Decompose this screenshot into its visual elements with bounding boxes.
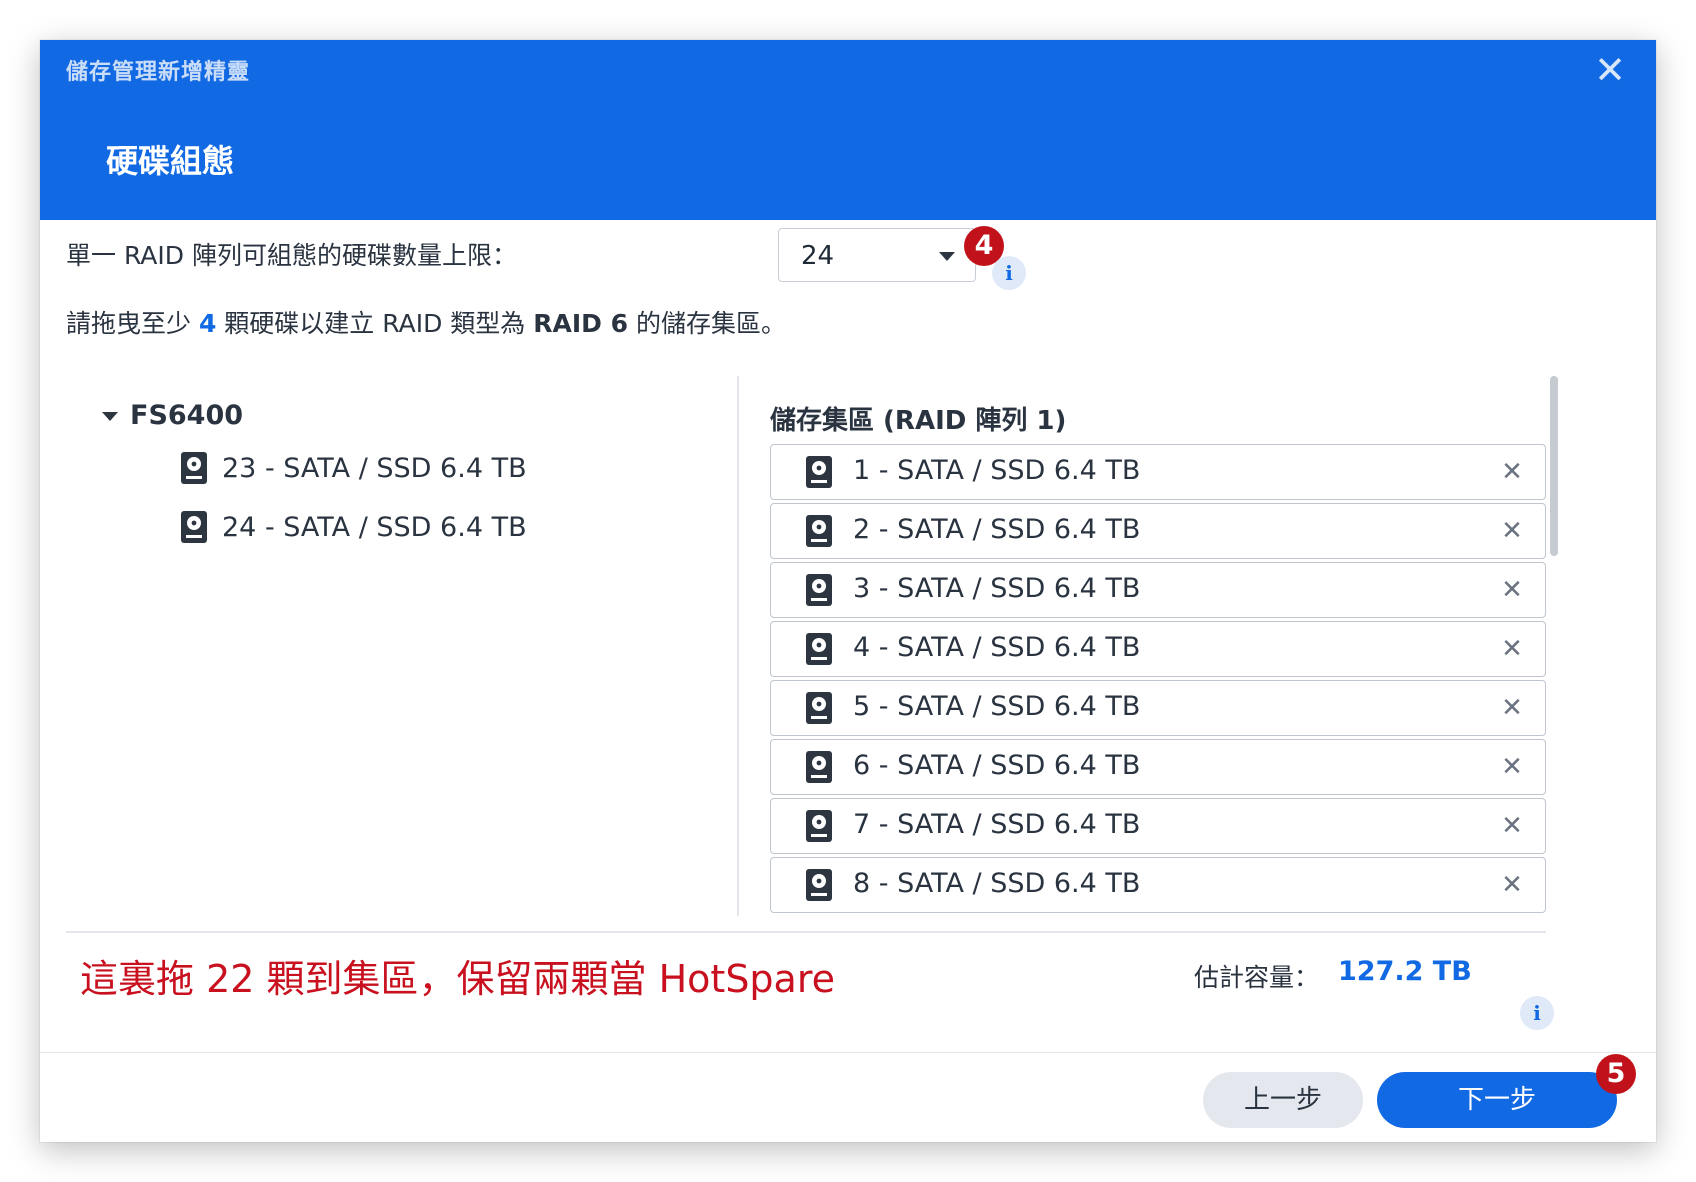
hard-disk-icon <box>805 455 833 489</box>
instruction-text: 請拖曳至少 4 顆硬碟以建立 RAID 類型為 RAID 6 的儲存集區。 <box>66 304 786 340</box>
capacity-label: 估計容量： <box>1194 963 1320 992</box>
pool-disk-item[interactable]: 8 - SATA / SSD 6.4 TB ✕ <box>770 857 1546 913</box>
close-icon[interactable]: ✕ <box>1497 514 1527 548</box>
disk-label: 3 - SATA / SSD 6.4 TB <box>853 573 1141 604</box>
info-icon[interactable]: i <box>992 256 1026 290</box>
pool-disk-item[interactable]: 5 - SATA / SSD 6.4 TB ✕ <box>770 680 1546 736</box>
pool-disk-item[interactable]: 1 - SATA / SSD 6.4 TB ✕ <box>770 444 1546 500</box>
close-icon[interactable]: ✕ <box>1497 750 1527 784</box>
hard-disk-icon <box>805 868 833 902</box>
capacity-value: 127.2 TB <box>1338 956 1472 987</box>
step-title: 硬碟組態 <box>106 142 235 180</box>
close-icon[interactable]: ✕ <box>1497 691 1527 725</box>
hard-disk-icon <box>805 809 833 843</box>
instruction-min-disks: 4 <box>198 309 217 338</box>
prev-button[interactable]: 上一步 <box>1203 1072 1363 1128</box>
hard-disk-icon <box>805 750 833 784</box>
info-icon[interactable]: i <box>1520 996 1554 1030</box>
pool-disk-item[interactable]: 3 - SATA / SSD 6.4 TB ✕ <box>770 562 1546 618</box>
disk-label: 8 - SATA / SSD 6.4 TB <box>853 868 1141 899</box>
disk-limit-select[interactable]: 24 <box>778 228 976 282</box>
pool-disk-item[interactable]: 4 - SATA / SSD 6.4 TB ✕ <box>770 621 1546 677</box>
caret-down-icon <box>939 252 955 261</box>
disk-limit-label: 單一 RAID 陣列可組態的硬碟數量上限： <box>66 241 517 270</box>
instruction-part2: 顆硬碟以建立 RAID 類型為 <box>216 309 534 338</box>
pool-scrollbar[interactable] <box>1550 376 1558 556</box>
annotation-note: 這裏拖 22 顆到集區，保留兩顆當 HotSpare <box>80 957 836 1001</box>
dialog-header: 儲存管理新增精靈 硬碟組態 ✕ <box>40 40 1656 220</box>
next-button[interactable]: 下一步 <box>1377 1072 1617 1128</box>
pool-disk-item[interactable]: 6 - SATA / SSD 6.4 TB ✕ <box>770 739 1546 795</box>
available-disk-item[interactable]: 23 - SATA / SSD 6.4 TB <box>180 448 527 488</box>
close-icon[interactable]: ✕ <box>1497 573 1527 607</box>
caret-down-icon[interactable] <box>102 412 118 421</box>
close-icon[interactable]: ✕ <box>1497 868 1527 902</box>
instruction-part1: 請拖曳至少 <box>66 309 199 338</box>
disk-label: 23 - SATA / SSD 6.4 TB <box>222 452 527 484</box>
disk-label: 6 - SATA / SSD 6.4 TB <box>853 750 1141 781</box>
pool-disk-item[interactable]: 7 - SATA / SSD 6.4 TB ✕ <box>770 798 1546 854</box>
close-icon[interactable]: ✕ <box>1497 809 1527 843</box>
disk-label: 5 - SATA / SSD 6.4 TB <box>853 691 1141 722</box>
close-icon[interactable]: ✕ <box>1497 632 1527 666</box>
hard-disk-icon <box>805 691 833 725</box>
pool-disk-item[interactable]: 2 - SATA / SSD 6.4 TB ✕ <box>770 503 1546 559</box>
instruction-part3: 的儲存集區。 <box>628 309 786 338</box>
content-divider <box>66 931 1546 933</box>
hard-disk-icon <box>805 632 833 666</box>
close-icon[interactable]: ✕ <box>1588 48 1632 92</box>
disk-label: 1 - SATA / SSD 6.4 TB <box>853 455 1141 486</box>
pane-divider <box>737 376 739 916</box>
hard-disk-icon <box>180 510 208 544</box>
disk-limit-value: 24 <box>801 241 835 271</box>
close-icon[interactable]: ✕ <box>1497 455 1527 489</box>
available-disks-pane: FS6400 23 - SATA / SSD 6.4 TB 24 - SATA … <box>66 376 756 916</box>
disk-label: 7 - SATA / SSD 6.4 TB <box>853 809 1141 840</box>
storage-pool-pane: 儲存集區 (RAID 陣列 1) 1 - SATA / SSD 6.4 TB ✕… <box>770 376 1600 916</box>
disk-label: 4 - SATA / SSD 6.4 TB <box>853 632 1141 663</box>
device-node[interactable]: FS6400 <box>130 400 243 431</box>
disk-label: 2 - SATA / SSD 6.4 TB <box>853 514 1141 545</box>
annotation-badge-5: 5 <box>1596 1054 1636 1094</box>
available-disk-item[interactable]: 24 - SATA / SSD 6.4 TB <box>180 507 527 547</box>
hard-disk-icon <box>180 451 208 485</box>
window-title: 儲存管理新增精靈 <box>66 60 251 85</box>
hard-disk-icon <box>805 573 833 607</box>
instruction-raid-type: RAID 6 <box>533 309 628 338</box>
hard-disk-icon <box>805 514 833 548</box>
pool-title: 儲存集區 (RAID 陣列 1) <box>770 406 1067 436</box>
disk-label: 24 - SATA / SSD 6.4 TB <box>222 511 527 543</box>
footer-divider <box>40 1052 1656 1053</box>
